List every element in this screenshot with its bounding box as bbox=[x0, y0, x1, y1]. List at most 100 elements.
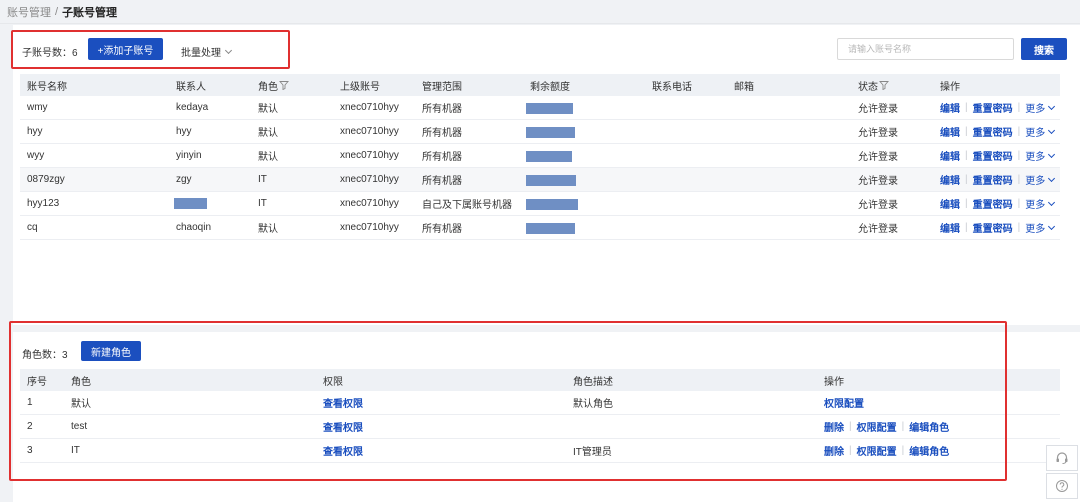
divider: | bbox=[1017, 150, 1021, 161]
chevron-down-icon bbox=[1048, 150, 1056, 158]
reset-password-link[interactable]: 重置密码 bbox=[973, 124, 1013, 139]
cell-scope: 所有机器 bbox=[422, 224, 462, 235]
edit-link[interactable]: 编辑 bbox=[940, 124, 960, 139]
table-row: 0879zgy zgy IT xnec0710hyy 所有机器 允许登录 编辑 | 重置密码 | 更… bbox=[20, 168, 1060, 192]
cell-name: cq bbox=[27, 222, 38, 233]
cell-status: 允许登录 bbox=[858, 104, 898, 115]
edit-link[interactable]: 编辑 bbox=[940, 148, 960, 163]
cell-contact: chaoqin bbox=[176, 222, 212, 233]
cell-status: 允许登录 bbox=[858, 200, 898, 211]
page-title: 子账号管理 bbox=[62, 6, 118, 19]
divider: | bbox=[1017, 102, 1021, 113]
divider: | bbox=[965, 102, 968, 113]
column-header-role-label: 角色 bbox=[258, 81, 278, 93]
search-input[interactable] bbox=[837, 38, 1014, 60]
row-actions: 编辑 | 重置密码 | 更多 bbox=[940, 216, 1056, 239]
edit-link[interactable]: 编辑 bbox=[940, 220, 960, 235]
customer-service-button[interactable] bbox=[1046, 445, 1078, 471]
redacted-contact bbox=[174, 198, 207, 209]
cell-parent: xnec0710hyy bbox=[340, 126, 399, 137]
more-label: 更多 bbox=[1025, 176, 1046, 187]
column-header-quota: 剩余额度 bbox=[530, 81, 570, 93]
chevron-down-icon bbox=[1048, 198, 1056, 206]
edit-link[interactable]: 编辑 bbox=[940, 172, 960, 187]
more-dropdown[interactable]: 更多 bbox=[1025, 124, 1056, 139]
column-header-role[interactable]: 角色 bbox=[258, 74, 289, 96]
breadcrumb-separator: / bbox=[55, 5, 59, 18]
filter-icon[interactable] bbox=[279, 80, 289, 90]
column-header-actions: 操作 bbox=[940, 81, 960, 93]
divider: | bbox=[965, 150, 968, 161]
row-actions: 编辑 | 重置密码 | 更多 bbox=[940, 96, 1056, 119]
divider: | bbox=[965, 222, 968, 233]
cell-contact: zgy bbox=[176, 174, 192, 185]
more-dropdown[interactable]: 更多 bbox=[1025, 196, 1056, 211]
highlight-box-toolbar bbox=[11, 30, 290, 69]
chevron-down-icon bbox=[1048, 174, 1056, 182]
headset-icon bbox=[1056, 452, 1068, 464]
more-dropdown[interactable]: 更多 bbox=[1025, 100, 1056, 115]
cell-status: 允许登录 bbox=[858, 128, 898, 139]
cell-scope: 所有机器 bbox=[422, 152, 462, 163]
column-header-parent: 上级账号 bbox=[340, 81, 380, 93]
cell-contact: yinyin bbox=[176, 150, 202, 161]
highlight-box-roles bbox=[9, 321, 1007, 481]
question-icon bbox=[1056, 480, 1068, 492]
cell-role: 默认 bbox=[258, 104, 278, 115]
column-header-scope: 管理范围 bbox=[422, 81, 462, 93]
cell-status: 允许登录 bbox=[858, 176, 898, 187]
reset-password-link[interactable]: 重置密码 bbox=[973, 148, 1013, 163]
cell-scope: 所有机器 bbox=[422, 128, 462, 139]
table-row: cq chaoqin 默认 xnec0710hyy 所有机器 允许登录 编辑 | 重置密码 | 更多 bbox=[20, 216, 1060, 240]
cell-scope: 自己及下属账号机器 bbox=[422, 200, 512, 211]
more-label: 更多 bbox=[1025, 152, 1046, 163]
table-row: wyy yinyin 默认 xnec0710hyy 所有机器 允许登录 编辑 | 重置密码 | 更多 bbox=[20, 144, 1060, 168]
cell-contact: hyy bbox=[176, 126, 192, 137]
cell-role: IT bbox=[258, 198, 267, 209]
search-button[interactable]: 搜索 bbox=[1021, 38, 1067, 60]
divider: | bbox=[1017, 126, 1021, 137]
cell-role: 默认 bbox=[258, 128, 278, 139]
more-dropdown[interactable]: 更多 bbox=[1025, 172, 1056, 187]
more-dropdown[interactable]: 更多 bbox=[1025, 220, 1056, 235]
divider: | bbox=[1017, 198, 1021, 209]
cell-parent: xnec0710hyy bbox=[340, 150, 399, 161]
chevron-down-icon bbox=[1048, 222, 1056, 230]
column-header-email: 邮箱 bbox=[734, 81, 754, 93]
cell-name: wmy bbox=[27, 102, 48, 113]
table-row: hyy hyy 默认 xnec0710hyy 所有机器 允许登录 编辑 | 重置密码 | 更多 bbox=[20, 120, 1060, 144]
chevron-down-icon bbox=[1048, 102, 1056, 110]
reset-password-link[interactable]: 重置密码 bbox=[973, 196, 1013, 211]
table-row: wmy kedaya 默认 xnec0710hyy 所有机器 允许登录 编辑 | 重置密码 | 更多 bbox=[20, 96, 1060, 120]
quota-bar bbox=[526, 103, 573, 114]
column-header-phone: 联系电话 bbox=[652, 81, 692, 93]
cell-role: IT bbox=[258, 174, 267, 185]
reset-password-link[interactable]: 重置密码 bbox=[973, 220, 1013, 235]
cell-status: 允许登录 bbox=[858, 224, 898, 235]
more-label: 更多 bbox=[1025, 200, 1046, 211]
cell-parent: xnec0710hyy bbox=[340, 222, 399, 233]
quota-bar bbox=[526, 199, 578, 210]
divider: | bbox=[1017, 222, 1021, 233]
quota-bar bbox=[526, 175, 576, 186]
table-row: hyy123 IT xnec0710hyy 自己及下属账号机器 允许登录 编辑 | 重置密码 |… bbox=[20, 192, 1060, 216]
cell-contact: kedaya bbox=[176, 102, 209, 113]
chevron-down-icon bbox=[1048, 126, 1056, 134]
more-label: 更多 bbox=[1025, 104, 1046, 115]
cell-name: hyy bbox=[27, 126, 43, 137]
cell-name: hyy123 bbox=[27, 198, 60, 209]
breadcrumb-parent[interactable]: 账号管理 bbox=[7, 4, 51, 20]
reset-password-link[interactable]: 重置密码 bbox=[973, 172, 1013, 187]
edit-link[interactable]: 编辑 bbox=[940, 196, 960, 211]
edit-link[interactable]: 编辑 bbox=[940, 100, 960, 115]
more-label: 更多 bbox=[1025, 224, 1046, 235]
filter-icon[interactable] bbox=[879, 80, 889, 90]
help-button[interactable] bbox=[1046, 473, 1078, 499]
cell-parent: xnec0710hyy bbox=[340, 198, 399, 209]
more-dropdown[interactable]: 更多 bbox=[1025, 148, 1056, 163]
column-header-status-label: 状态 bbox=[858, 81, 878, 93]
row-actions: 编辑 | 重置密码 | 更多 bbox=[940, 168, 1056, 191]
reset-password-link[interactable]: 重置密码 bbox=[973, 100, 1013, 115]
column-header-status[interactable]: 状态 bbox=[858, 74, 889, 96]
cell-name: 0879zgy bbox=[27, 174, 65, 185]
